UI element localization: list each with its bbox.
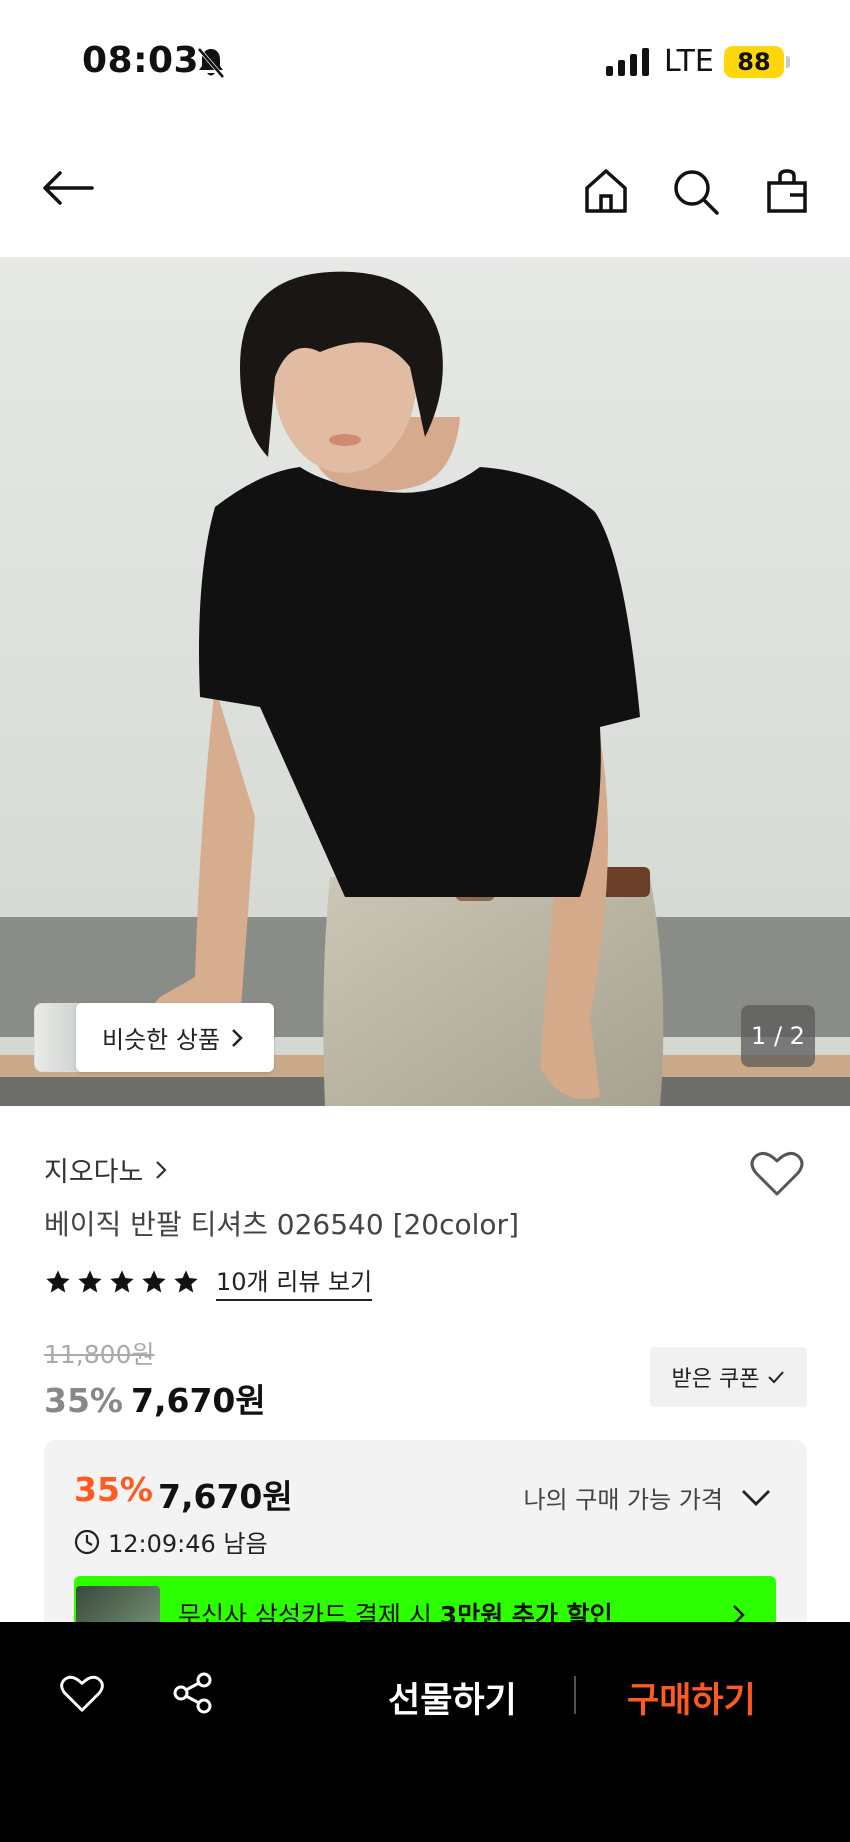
search-icon[interactable]: [672, 168, 720, 216]
timer-text: 12:09:46 남음: [108, 1530, 268, 1558]
button-divider: [574, 1676, 576, 1714]
star-icon: [174, 1269, 198, 1292]
similar-products-button[interactable]: 비슷한 상품: [34, 1003, 275, 1072]
chevron-down-icon: [742, 1489, 770, 1506]
my-price-toggle[interactable]: 나의 구매 가능 가격: [523, 1480, 771, 1515]
reviews-link[interactable]: 10개 리뷰 보기: [216, 1262, 373, 1301]
image-pager: 1 / 2: [741, 1005, 815, 1067]
clock-icon: [74, 1529, 100, 1554]
home-icon[interactable]: [584, 168, 628, 214]
chevron-right-icon: [156, 1160, 167, 1179]
product-image[interactable]: 비슷한 상품 1 / 2: [0, 257, 850, 1106]
star-icon: [142, 1269, 166, 1292]
check-icon: [768, 1371, 785, 1384]
similar-products-label: 비슷한 상품: [102, 1026, 221, 1054]
gift-button[interactable]: 선물하기: [388, 1672, 517, 1723]
heart-icon[interactable]: [60, 1674, 104, 1714]
box-price: 7,670원: [158, 1477, 293, 1516]
similar-product-thumbnail: [34, 1003, 82, 1072]
buy-button[interactable]: 구매하기: [627, 1672, 756, 1723]
box-discount-rate: 35%: [74, 1470, 153, 1509]
battery-nub: [786, 56, 790, 68]
back-arrow-icon[interactable]: [42, 170, 94, 206]
my-price-toggle-label: 나의 구매 가능 가격: [523, 1486, 723, 1514]
brand-name: 지오다노: [44, 1157, 144, 1188]
received-coupon-button[interactable]: 받은 쿠폰: [650, 1347, 807, 1407]
rating-row: 10개 리뷰 보기: [44, 1262, 373, 1301]
product-title: 베이직 반팔 티셔츠 026540 [20color]: [44, 1208, 519, 1241]
share-icon[interactable]: [172, 1672, 214, 1714]
similar-products-label-box[interactable]: 비슷한 상품: [76, 1003, 275, 1072]
battery-indicator: 88: [724, 46, 784, 78]
chevron-right-icon: [232, 1028, 243, 1047]
sale-price: 7,670원: [131, 1381, 266, 1420]
price-row: 35% 7,670원: [44, 1374, 266, 1422]
shopping-bag-icon[interactable]: [766, 168, 808, 214]
bottom-action-bar: [0, 1622, 850, 1842]
wishlist-heart-icon[interactable]: [750, 1150, 804, 1198]
star-icon: [46, 1269, 70, 1292]
brand-link[interactable]: 지오다노: [44, 1150, 167, 1189]
top-nav: [0, 130, 850, 257]
coupon-label: 받은 쿠폰: [671, 1367, 760, 1392]
star-icon: [110, 1269, 134, 1292]
discount-rate: 35%: [44, 1381, 123, 1420]
product-photo: [0, 257, 850, 1106]
signal-icon: [606, 48, 649, 76]
status-time: 08:03: [82, 40, 200, 81]
status-bar: 08:03 LTE 88: [0, 0, 850, 130]
bell-muted-icon: [197, 47, 225, 79]
network-label: LTE: [664, 44, 714, 79]
star-icon: [78, 1269, 102, 1292]
original-price: 11,800원: [44, 1340, 155, 1369]
countdown-timer: 12:09:46 남음: [74, 1524, 268, 1559]
